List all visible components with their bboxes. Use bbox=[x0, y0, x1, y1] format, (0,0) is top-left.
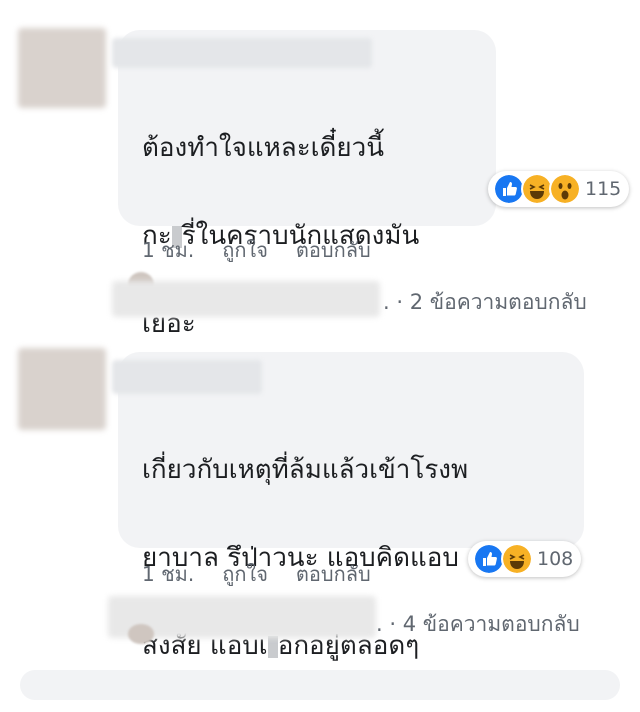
reply-preview[interactable] bbox=[112, 281, 380, 317]
view-replies-link[interactable]: . · 4 ข้อความตอบกลับ bbox=[376, 608, 580, 641]
like-button[interactable]: ถูกใจ bbox=[222, 558, 268, 590]
reaction-count: 108 bbox=[537, 548, 574, 570]
ellipsis: . · bbox=[383, 290, 410, 314]
reaction-count: 115 bbox=[585, 178, 622, 200]
replies-count: 2 ข้อความตอบกลับ bbox=[409, 290, 587, 314]
reply-button[interactable]: ตอบกลับ bbox=[296, 234, 371, 266]
comment-avatar[interactable] bbox=[18, 28, 106, 108]
comment-actions: 1 ชม. ถูกใจ ตอบกลับ bbox=[142, 234, 371, 266]
comment-time[interactable]: 1 ชม. bbox=[142, 558, 194, 590]
view-replies-link[interactable]: . · 2 ข้อความตอบกลับ bbox=[383, 286, 587, 319]
commenter-name[interactable] bbox=[112, 360, 262, 394]
comment-actions: 1 ชม. ถูกใจ ตอบกลับ bbox=[142, 558, 371, 590]
comment-line: ต้องทำใจแหละเดี๋ยวนี้ bbox=[142, 133, 385, 163]
replies-count: 4 ข้อความตอบกลับ bbox=[402, 612, 580, 636]
reply-button[interactable]: ตอบกลับ bbox=[296, 558, 371, 590]
reaction-summary[interactable]: 115 bbox=[488, 171, 630, 207]
comment-avatar[interactable] bbox=[18, 348, 106, 430]
like-button[interactable]: ถูกใจ bbox=[222, 234, 268, 266]
haha-icon bbox=[501, 543, 533, 575]
comment-time[interactable]: 1 ชม. bbox=[142, 234, 194, 266]
censor-mark bbox=[267, 635, 278, 658]
wow-icon bbox=[549, 173, 581, 205]
ellipsis: . · bbox=[376, 612, 403, 636]
reply-avatar bbox=[128, 624, 154, 644]
comment-line: เกี่ยวกับเหตุที่ล้มแล้วเข้าโรงพ bbox=[142, 455, 469, 485]
comment-bubble bbox=[20, 670, 620, 700]
commenter-name[interactable] bbox=[112, 38, 372, 68]
reaction-summary[interactable]: 108 bbox=[468, 541, 582, 577]
